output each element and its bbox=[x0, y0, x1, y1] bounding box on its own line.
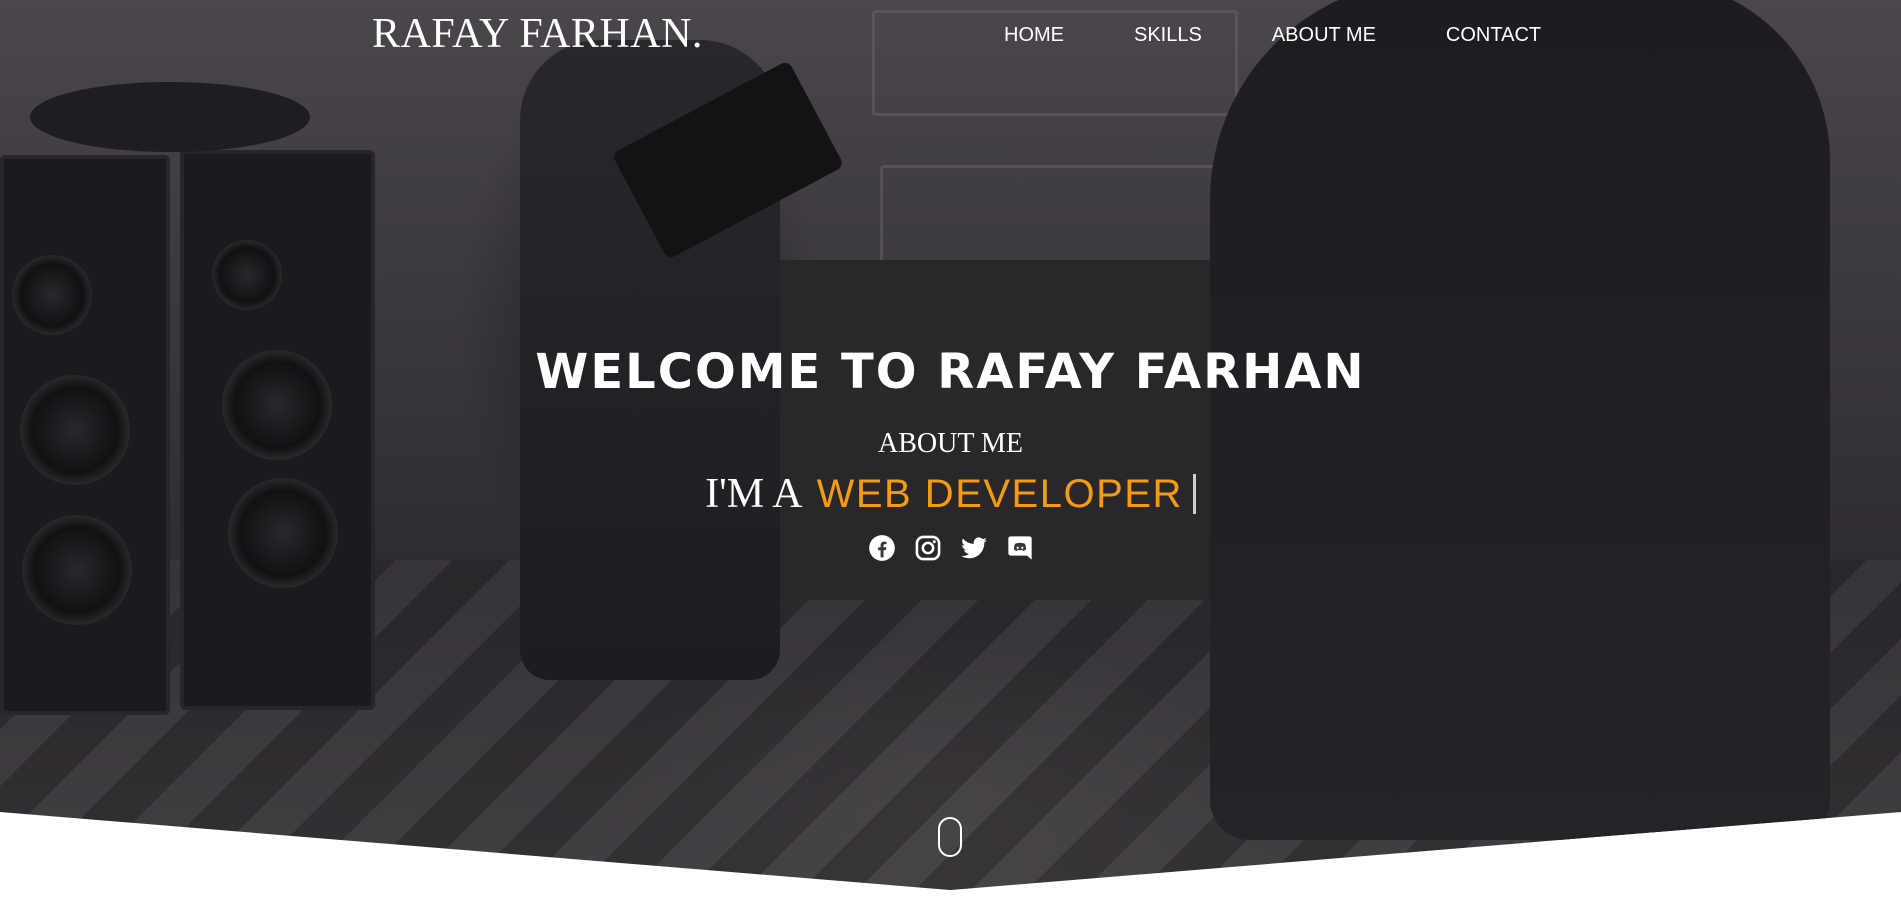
typed-text-line: I'M A WEB DEVELOPER bbox=[0, 470, 1901, 518]
hero-subheading: ABOUT ME bbox=[878, 428, 1023, 459]
nav-item-skills[interactable]: SKILLS bbox=[1134, 24, 1202, 47]
background-speaker-cone bbox=[12, 255, 92, 335]
background-speaker-cone bbox=[22, 515, 132, 625]
main-nav: HOME SKILLS ABOUT ME CONTACT bbox=[1004, 24, 1541, 47]
hero-section: RAFAY FARHAN. HOME SKILLS ABOUT ME CONTA… bbox=[0, 0, 1901, 890]
hero-title: WELCOME TO RAFAY FARHAN bbox=[535, 344, 1366, 400]
facebook-icon[interactable] bbox=[868, 534, 896, 562]
background-person bbox=[1210, 0, 1830, 840]
social-links bbox=[0, 534, 1901, 562]
twitter-icon[interactable] bbox=[960, 534, 988, 562]
instagram-icon[interactable] bbox=[914, 534, 942, 562]
background-speaker-cone bbox=[212, 240, 282, 310]
nav-item-home[interactable]: HOME bbox=[1004, 24, 1064, 47]
typed-role: WEB DEVELOPER bbox=[816, 471, 1183, 516]
typing-cursor bbox=[1192, 474, 1196, 514]
nav-item-contact[interactable]: CONTACT bbox=[1446, 24, 1541, 47]
typed-prefix: I'M A bbox=[705, 471, 803, 517]
background-pillow bbox=[30, 82, 310, 152]
scroll-down-indicator[interactable] bbox=[938, 817, 962, 857]
discord-icon[interactable] bbox=[1006, 534, 1034, 562]
brand-logo[interactable]: RAFAY FARHAN. bbox=[372, 10, 703, 58]
nav-item-about-me[interactable]: ABOUT ME bbox=[1272, 24, 1376, 47]
